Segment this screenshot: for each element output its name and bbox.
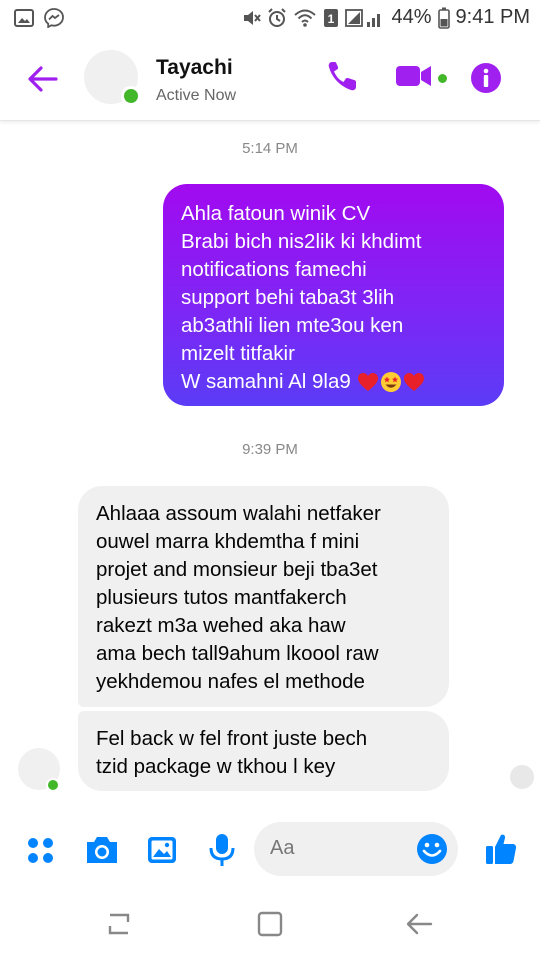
message-input[interactable]: Aa	[254, 822, 458, 876]
received-message-bubble[interactable]: Fel back w fel front juste bech tzid pac…	[78, 711, 449, 791]
back-nav-icon[interactable]	[404, 910, 434, 938]
seen-indicator	[510, 765, 534, 789]
battery-icon	[437, 7, 450, 29]
online-indicator	[46, 778, 60, 792]
message-line: Brabi bich nis2lik ki khdimt	[181, 230, 422, 253]
message-composer: Aa	[0, 812, 540, 888]
thumbs-up-icon[interactable]	[484, 832, 518, 866]
message-line: tzid package w tkhou l key	[96, 755, 336, 778]
alarm-icon	[268, 7, 287, 27]
conversation-header: Tayachi Active Now	[0, 36, 540, 121]
message-line: Fel back w fel front juste bech	[96, 727, 368, 750]
online-indicator	[121, 86, 141, 106]
back-arrow-icon[interactable]	[26, 62, 60, 96]
contact-name[interactable]: Tayachi	[156, 56, 233, 80]
received-message-bubble[interactable]: Ahlaaa assoum walahi netfaker ouwel marr…	[78, 486, 449, 707]
message-line: rakezt m3a wehed aka haw	[96, 614, 346, 637]
message-line: ab3athli lien mte3ou ken	[181, 314, 404, 337]
signal-icon	[345, 8, 381, 27]
video-active-dot	[438, 74, 447, 83]
heart-emoji-icon	[403, 373, 424, 391]
home-icon[interactable]	[256, 910, 284, 938]
recent-apps-icon[interactable]	[104, 910, 134, 938]
phone-call-icon[interactable]	[326, 58, 360, 94]
system-navigation-bar	[0, 888, 540, 960]
camera-icon[interactable]	[84, 834, 120, 866]
message-line-last: W samahni Al 9la9	[181, 368, 486, 396]
timestamp: 5:14 PM	[242, 140, 298, 157]
microphone-icon[interactable]	[208, 832, 236, 868]
message-line: plusieurs tutos mantfakerch	[96, 586, 347, 609]
star-struck-emoji-icon	[380, 372, 401, 392]
battery-percent: 44%	[391, 6, 432, 28]
message-line: notifications famechi	[181, 258, 367, 281]
more-options-icon[interactable]	[26, 836, 56, 866]
message-line: yekhdemou nafes el methode	[96, 670, 365, 693]
sent-message-bubble[interactable]: Ahla fatoun winik CV Brabi bich nis2lik …	[163, 184, 504, 406]
video-call-icon[interactable]	[394, 58, 434, 94]
svg-text:1: 1	[328, 12, 335, 26]
emoji-icon[interactable]	[416, 833, 448, 865]
timestamp: 9:39 PM	[242, 441, 298, 458]
message-line: W samahni Al 9la9	[181, 370, 351, 393]
heart-emoji-icon	[357, 373, 378, 391]
clock: 9:41 PM	[455, 6, 530, 28]
info-icon[interactable]	[470, 60, 502, 96]
contact-avatar[interactable]	[84, 50, 141, 106]
message-line: ouwel marra khdemtha f mini	[96, 530, 360, 553]
message-line: ama bech tall9ahum lkoool raw	[96, 642, 379, 665]
message-line: Ahlaaa assoum walahi netfaker	[96, 502, 381, 525]
gallery-icon[interactable]	[146, 834, 178, 866]
sender-avatar[interactable]	[18, 748, 60, 792]
message-line: Ahla fatoun winik CV	[181, 202, 371, 225]
messenger-icon	[44, 8, 64, 28]
image-icon	[14, 9, 34, 27]
message-line: support behi taba3t 3lih	[181, 286, 395, 309]
message-line: mizelt titfakir	[181, 342, 295, 365]
mute-icon	[244, 10, 262, 25]
status-bar: 1 44% 9:41 PM	[0, 0, 540, 36]
wifi-icon	[294, 9, 317, 27]
active-status: Active Now	[156, 87, 237, 104]
sim-icon: 1	[324, 8, 339, 27]
message-line: projet and monsieur beji tba3et	[96, 558, 378, 581]
message-input-placeholder: Aa	[270, 837, 295, 859]
